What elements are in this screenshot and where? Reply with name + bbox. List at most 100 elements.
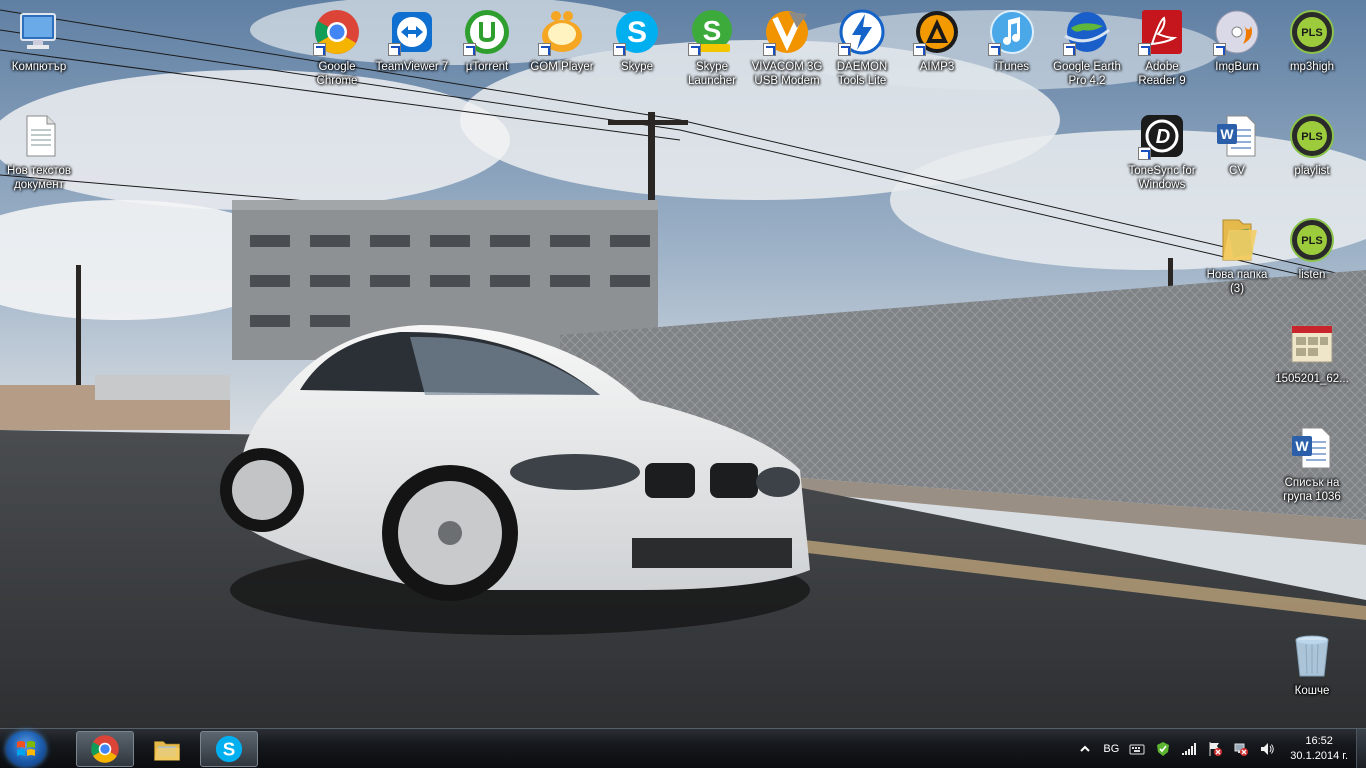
explorer-icon — [154, 741, 180, 761]
svg-text:W: W — [1220, 126, 1234, 142]
desktop-icon-label: CV — [1229, 165, 1245, 177]
recycle-bin-icon — [1288, 632, 1336, 680]
network-icon[interactable] — [1233, 741, 1249, 757]
desktop-icon-new-folder[interactable]: Нова папка (3) — [1198, 216, 1276, 296]
folder-icon — [1213, 216, 1261, 264]
google-earth-icon — [1063, 8, 1111, 56]
utorrent-icon — [463, 8, 511, 56]
desktop-icon-listen[interactable]: PLS listen — [1273, 216, 1351, 282]
shortcut-arrow-icon — [763, 43, 776, 56]
word-document-icon: W — [1213, 112, 1261, 160]
taskbar-button-skype[interactable]: S — [200, 731, 258, 767]
desktop-icon-teamviewer[interactable]: TeamViewer 7 — [373, 8, 451, 74]
desktop-icon-mp3high[interactable]: PLS mp3high — [1273, 8, 1351, 74]
shortcut-arrow-icon — [463, 43, 476, 56]
adobe-reader-icon — [1138, 8, 1186, 56]
desktop-icon-tonesync[interactable]: D ToneSync for Windows — [1123, 112, 1201, 192]
svg-text:D: D — [1156, 126, 1170, 148]
desktop-icon-itunes[interactable]: iTunes — [973, 8, 1051, 74]
desktop-icon-label: Google Chrome — [316, 61, 358, 87]
itunes-icon — [988, 8, 1036, 56]
shortcut-arrow-icon — [388, 43, 401, 56]
desktop-icon-vivacom-modem[interactable]: VIVACOM 3G USB Modem — [748, 8, 826, 88]
desktop-icon-skype[interactable]: S Skype — [598, 8, 676, 74]
desktop-icon-group-list[interactable]: W Списък на група 1036 — [1273, 424, 1351, 504]
desktop-icon-label: playlist — [1294, 165, 1330, 177]
desktop-icon-label: Списък на група 1036 — [1283, 477, 1341, 503]
desktop-icon-label: ImgBurn — [1215, 61, 1259, 73]
taskbar: S BG 16:52 30.1.2014 г. — [0, 728, 1366, 768]
desktop-icon-adobe-reader[interactable]: Adobe Reader 9 — [1123, 8, 1201, 88]
computer-icon — [15, 8, 63, 56]
text-document-icon — [15, 112, 63, 160]
desktop-icon-label: Adobe Reader 9 — [1138, 61, 1186, 87]
desktop-icon-google-earth[interactable]: Google Earth Pro 4.2 — [1048, 8, 1126, 88]
shortcut-arrow-icon — [688, 43, 701, 56]
shortcut-arrow-icon — [838, 43, 851, 56]
desktop-icon-label: Google Earth Pro 4.2 — [1053, 61, 1121, 87]
shortcut-arrow-icon — [1138, 147, 1151, 160]
pls-playlist-icon: PLS — [1288, 216, 1336, 264]
pls-playlist-icon: PLS — [1288, 112, 1336, 160]
action-center-flag-icon[interactable] — [1207, 741, 1223, 757]
volume-icon[interactable] — [1259, 741, 1275, 757]
desktop-icon-daemon-tools[interactable]: DAEMON Tools Lite — [823, 8, 901, 88]
shortcut-arrow-icon — [988, 43, 1001, 56]
svg-text:S: S — [223, 738, 236, 759]
desktop-icon-label: 1505201_62... — [1275, 373, 1349, 385]
clock[interactable]: 16:52 30.1.2014 г. — [1290, 734, 1348, 764]
desktop-icon-label: TeamViewer 7 — [375, 61, 449, 73]
svg-text:S: S — [627, 16, 647, 49]
start-button[interactable] — [6, 731, 46, 767]
desktop-icon-aimp3[interactable]: AIMP3 — [898, 8, 976, 74]
desktop-icon-recycle-bin[interactable]: Кошче — [1273, 632, 1351, 698]
desktop-icon-label: mp3high — [1289, 61, 1335, 73]
windows-logo-icon — [17, 741, 35, 756]
desktop-wallpaper — [0, 0, 1366, 728]
skype-launcher-icon: S — [688, 8, 736, 56]
desktop-icon-gom-player[interactable]: GOM Player — [523, 8, 601, 74]
gom-player-icon — [538, 8, 586, 56]
taskbar-button-explorer[interactable] — [138, 731, 196, 767]
skype-icon: S — [215, 735, 243, 763]
desktop-icon-label: listen — [1298, 269, 1326, 281]
desktop-icon-cv[interactable]: W CV — [1198, 112, 1276, 178]
signal-strength-icon[interactable] — [1181, 741, 1197, 757]
desktop-icon-label: µTorrent — [465, 61, 509, 73]
shortcut-arrow-icon — [613, 43, 626, 56]
desktop-icon-label: GOM Player — [530, 61, 594, 73]
teamviewer-icon — [388, 8, 436, 56]
pls-playlist-icon: PLS — [1288, 8, 1336, 56]
shortcut-arrow-icon — [1138, 43, 1151, 56]
update-shield-icon[interactable] — [1155, 741, 1171, 757]
system-tray: BG 16:52 30.1.2014 г. — [1072, 729, 1352, 768]
desktop-icon-label: Skype — [621, 61, 653, 73]
shortcut-arrow-icon — [913, 43, 926, 56]
desktop-icon-playlist[interactable]: PLS playlist — [1273, 112, 1351, 178]
svg-text:W: W — [1295, 438, 1309, 454]
desktop-icon-image-file[interactable]: 1505201_62... — [1273, 320, 1351, 386]
desktop-icon-utorrent[interactable]: µTorrent — [448, 8, 526, 74]
desktop-icon-label: ToneSync for Windows — [1128, 165, 1196, 191]
language-indicator[interactable]: BG — [1103, 743, 1119, 755]
desktop-icon-text-document[interactable]: Нов текстов документ — [0, 112, 78, 192]
desktop-icon-label: Компютър — [11, 61, 67, 73]
keyboard-icon[interactable] — [1129, 741, 1145, 757]
desktop-icon-label: Нов текстов документ — [6, 165, 72, 191]
desktop-icon-label: AIMP3 — [919, 61, 955, 73]
desktop-icon-computer[interactable]: Компютър — [0, 8, 78, 74]
desktop-icon-imgburn[interactable]: ImgBurn — [1198, 8, 1276, 74]
show-desktop-button[interactable] — [1356, 729, 1366, 768]
svg-text:PLS: PLS — [1301, 235, 1322, 247]
desktop-icon-label: DAEMON Tools Lite — [836, 61, 888, 87]
chrome-icon — [91, 735, 119, 763]
tonesync-icon: D — [1138, 112, 1186, 160]
desktop-icon-label: Кошче — [1294, 685, 1330, 697]
show-hidden-icons-button[interactable] — [1077, 741, 1093, 757]
taskbar-button-chrome[interactable] — [76, 731, 134, 767]
desktop-icon-skype-launcher[interactable]: S Skype Launcher — [673, 8, 751, 88]
svg-text:S: S — [703, 15, 722, 46]
clock-time: 16:52 — [1305, 735, 1333, 747]
daemon-tools-icon — [838, 8, 886, 56]
desktop-icon-google-chrome[interactable]: Google Chrome — [298, 8, 376, 88]
